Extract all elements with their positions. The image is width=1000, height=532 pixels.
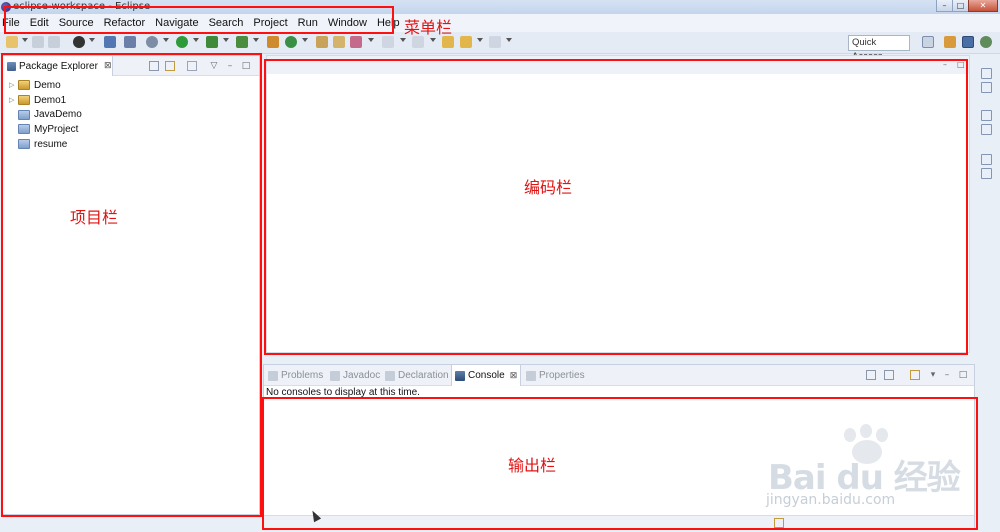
forward-icon[interactable] (489, 36, 501, 48)
project-panel-highlight-box (1, 53, 262, 517)
external-tools-dropdown-icon[interactable] (253, 38, 259, 42)
java-ee-perspective-icon[interactable] (944, 36, 956, 48)
quick-access-input[interactable]: Quick Access (848, 35, 910, 62)
project-panel-annotation: 项目栏 (70, 208, 119, 227)
tab-properties[interactable]: Properties (526, 365, 585, 386)
user-dropdown-icon[interactable] (89, 38, 95, 42)
tab-console[interactable]: Console ⊠ (451, 365, 522, 386)
skip-breakpoints-icon[interactable] (124, 36, 136, 48)
search-dropdown-icon[interactable] (368, 38, 374, 42)
debug-perspective-icon[interactable] (980, 36, 992, 48)
save-icon[interactable] (32, 36, 44, 48)
watermark-url: jingyan.baidu.com (766, 492, 896, 508)
view-icon[interactable] (981, 168, 992, 179)
terminal-icon[interactable] (104, 36, 116, 48)
next-annotation-dropdown-icon[interactable] (400, 38, 406, 42)
paw-toe (844, 428, 856, 442)
tab-declaration[interactable]: Declaration (385, 365, 449, 386)
bottom-view-tabs: Problems Javadoc Declaration Console ⊠ P… (264, 365, 974, 386)
javadoc-icon (330, 370, 340, 381)
open-task-icon[interactable] (333, 36, 345, 48)
next-annotation-icon[interactable] (382, 36, 394, 48)
baidu-watermark: Bai du 经验 jingyan.baidu.com (766, 422, 976, 516)
console-icon (455, 370, 465, 381)
minimize-button[interactable]: – (936, 0, 953, 12)
debug-icon[interactable] (146, 36, 158, 48)
view-menu-icon[interactable]: ▾ (928, 370, 938, 380)
paw-toe (876, 428, 888, 442)
menu-bar-highlight-box (4, 6, 394, 34)
open-type-icon[interactable] (316, 36, 328, 48)
editor-annotation: 编码栏 (524, 178, 573, 197)
back-dropdown-icon[interactable] (477, 38, 483, 42)
save-all-icon[interactable] (48, 36, 60, 48)
close-icon[interactable]: ⊠ (510, 370, 518, 381)
coverage-icon[interactable] (206, 36, 218, 48)
output-annotation: 输出栏 (508, 456, 557, 475)
menu-bar-annotation: 菜单栏 (404, 18, 453, 37)
search-icon[interactable] (350, 36, 362, 48)
declaration-icon (385, 370, 395, 381)
new-console-icon[interactable] (910, 370, 920, 380)
debug-dropdown-icon[interactable] (163, 38, 169, 42)
external-tools-icon[interactable] (236, 36, 248, 48)
tab-label: Javadoc (343, 370, 381, 381)
tab-problems[interactable]: Problems (268, 365, 323, 386)
outline-icon[interactable] (981, 124, 992, 135)
task-list-icon[interactable] (981, 82, 992, 93)
display-console-icon[interactable] (884, 370, 894, 380)
back-icon[interactable] (460, 36, 472, 48)
tab-label: Console (468, 370, 505, 381)
new-icon[interactable] (6, 36, 18, 48)
user-icon[interactable] (73, 36, 85, 48)
new-java-class-icon[interactable] (285, 36, 297, 48)
forward-dropdown-icon[interactable] (506, 38, 512, 42)
run-dropdown-icon[interactable] (193, 38, 199, 42)
maximize-view-icon[interactable]: □ (958, 370, 968, 380)
maximize-button[interactable]: □ (952, 0, 969, 12)
java-perspective-icon[interactable] (962, 36, 974, 48)
new-dropdown-icon[interactable] (22, 38, 28, 42)
tab-label: Properties (539, 370, 585, 381)
coverage-dropdown-icon[interactable] (223, 38, 229, 42)
tab-javadoc[interactable]: Javadoc (330, 365, 380, 386)
new-class-dropdown-icon[interactable] (302, 38, 308, 42)
properties-icon (526, 370, 536, 381)
restore-icon[interactable] (981, 68, 992, 79)
tab-label: Declaration (398, 370, 449, 381)
open-console-icon[interactable] (866, 370, 876, 380)
tab-label: Problems (281, 370, 324, 381)
main-toolbar: Quick Access (0, 32, 1000, 62)
restore-icon[interactable] (981, 154, 992, 165)
paw-toe (860, 424, 872, 438)
minimize-view-icon[interactable]: – (942, 370, 952, 380)
run-icon[interactable] (176, 36, 188, 48)
right-trim-stack (978, 60, 996, 190)
new-java-package-icon[interactable] (267, 36, 279, 48)
problems-icon (268, 370, 278, 381)
editor-highlight-box (264, 59, 968, 355)
close-button[interactable]: ✕ (968, 0, 998, 12)
open-perspective-icon[interactable] (922, 36, 934, 48)
previous-annotation-dropdown-icon[interactable] (430, 38, 436, 42)
restore-icon[interactable] (981, 110, 992, 121)
